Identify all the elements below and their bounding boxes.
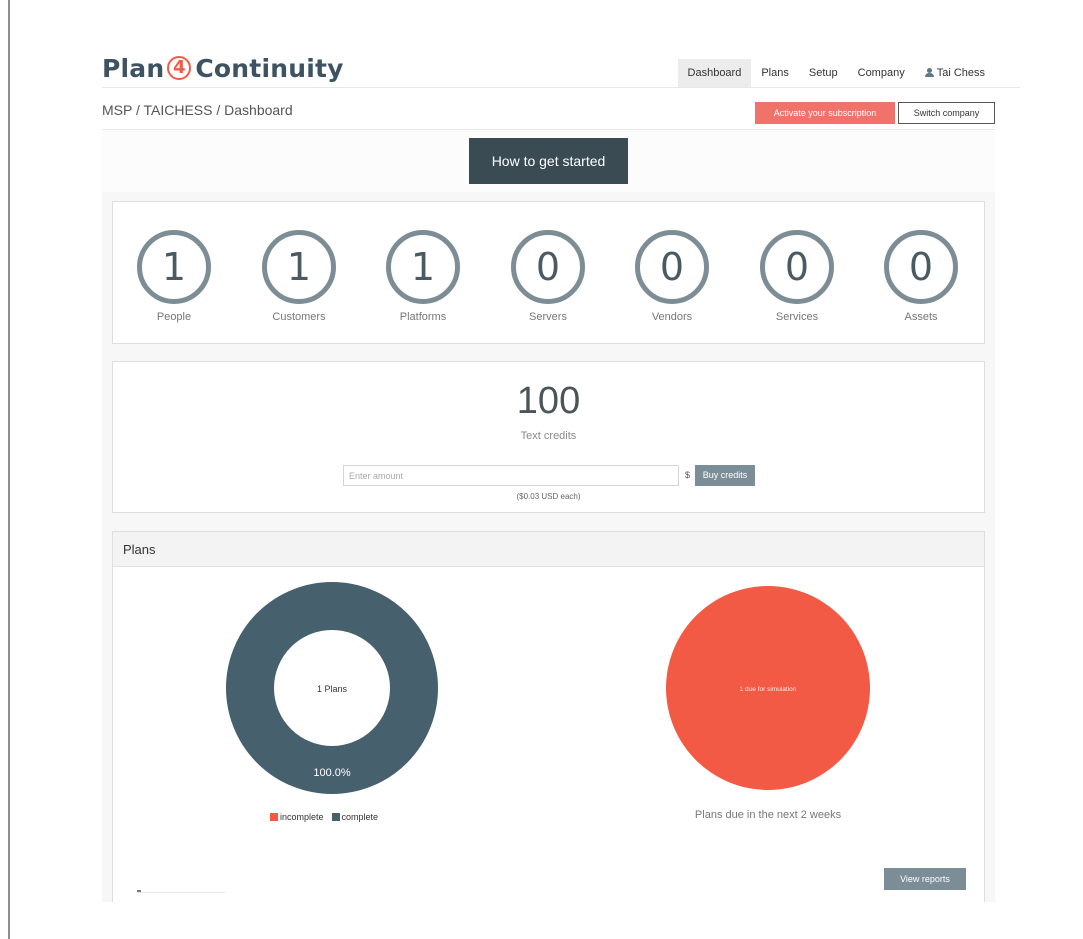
counter-label: Platforms [399,311,447,323]
how-to-get-started-button[interactable]: How to get started [469,138,628,184]
counter-vendors[interactable]: 0 Vendors [622,230,722,323]
brand-word-plan: Plan [102,53,165,83]
switch-company-button[interactable]: Switch company [898,102,995,124]
counter-label: Assets [904,311,938,323]
counter-label: Customers [272,311,326,323]
counter-services[interactable]: 0 Services [747,230,847,323]
sub-header: MSP / TAICHESS / Dashboard Activate your… [102,98,995,130]
credit-price-note: ($0.03 USD each) [516,492,581,501]
counter-value: 0 [635,230,709,304]
divider [137,892,225,893]
plans-panel-title: Plans [113,532,984,567]
legend-swatch [270,813,278,821]
activate-subscription-button[interactable]: Activate your subscription [755,102,895,124]
getting-started-band: How to get started [102,130,995,192]
text-credits-value: 100 [516,380,581,422]
brand-four-badge: 4 [167,56,192,80]
top-header: Plan 4 Continuity Dashboard Plans Setup … [102,52,1020,88]
window-left-edge [8,0,10,939]
donut-legend: incomplete complete [270,812,378,822]
user-name: Tai Chess [936,67,985,79]
counter-label: People [156,311,192,323]
counter-label: Vendors [651,311,693,323]
dashboard-body: 1 People 1 Customers 1 Platforms 0 Serve… [102,192,995,902]
plans-due-caption: Plans due in the next 2 weeks [694,809,842,821]
text-credits-label: Text credits [520,430,577,442]
nav-setup[interactable]: Setup [799,59,848,87]
legend-item-incomplete[interactable]: incomplete [270,812,324,822]
buy-credits-button[interactable]: Buy credits [695,465,755,486]
legend-label: complete [341,812,379,822]
counter-people[interactable]: 1 People [124,230,224,323]
counter-label: Services [775,311,819,323]
brand-word-continuity: Continuity [195,53,344,83]
divider-marker [137,890,141,892]
counter-value: 0 [760,230,834,304]
view-reports-button[interactable]: View reports [884,868,966,890]
counter-value: 0 [511,230,585,304]
counter-label: Servers [529,311,567,323]
nav-company[interactable]: Company [848,59,915,87]
counter-servers[interactable]: 0 Servers [498,230,598,323]
legend-label: incomplete [280,812,324,822]
legend-item-complete[interactable]: complete [331,812,379,822]
counter-assets[interactable]: 0 Assets [871,230,971,323]
credits-panel: 100 Text credits $ Buy credits ($0.03 US… [112,361,985,513]
brand-logo[interactable]: Plan 4 Continuity [102,52,344,84]
counter-platforms[interactable]: 1 Platforms [373,230,473,323]
nav-dashboard[interactable]: Dashboard [677,59,752,87]
counter-value: 0 [884,230,958,304]
donut-center-label: 1 Plans [317,684,348,694]
main-nav: Dashboard Plans Setup Company Tai Chess [677,59,995,87]
nav-plans[interactable]: Plans [751,59,799,87]
nav-user-menu[interactable]: Tai Chess [915,59,995,87]
counter-value: 1 [262,230,336,304]
user-icon [924,68,934,77]
counter-value: 1 [137,230,211,304]
plans-charts: 1 Plans 100.0% 1 due for simulation [226,582,870,794]
due-pie-slice-label: 1 due for simulation [740,686,797,693]
credit-amount-input[interactable] [343,465,679,486]
breadcrumb: MSP / TAICHESS / Dashboard [102,102,293,118]
legend-swatch [331,813,340,821]
plans-panel: Plans 1 Plans 100.0% 1 due for simulation … [112,531,985,902]
counters-panel: 1 People 1 Customers 1 Platforms 0 Serve… [112,201,985,344]
counter-customers[interactable]: 1 Customers [249,230,349,323]
donut-data-label: 100.0% [313,767,351,779]
currency-symbol: $ [684,470,690,480]
counter-value: 1 [386,230,460,304]
